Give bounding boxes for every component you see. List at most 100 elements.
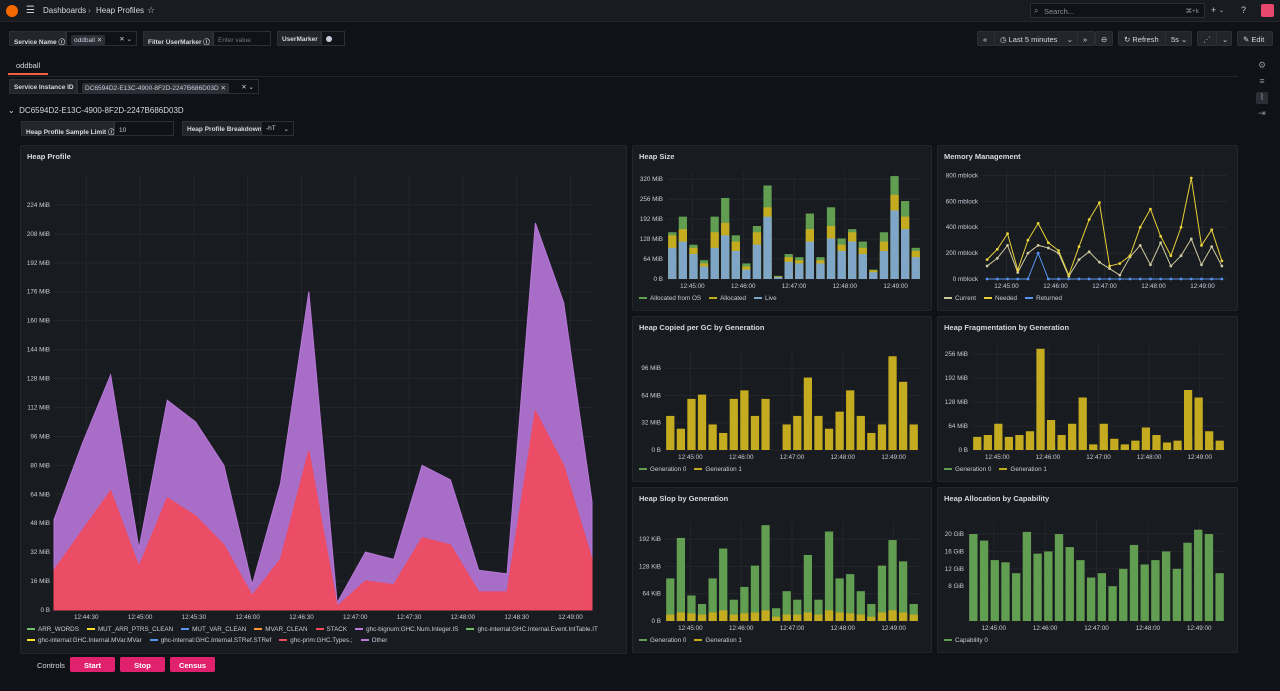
menu-icon[interactable]: ☰ <box>26 6 36 16</box>
x-tick-label: 12:47:00 <box>1086 454 1111 461</box>
time-back-button[interactable]: « <box>977 31 995 46</box>
tab-oddball[interactable]: oddball <box>8 59 49 75</box>
data-point <box>1036 221 1040 225</box>
refresh-icon: ↻ <box>1124 35 1131 44</box>
heap-fragmentation-panel[interactable]: Heap Fragmentation by Generation 0 B 64 Mi… <box>937 316 1238 482</box>
y-tick-label: 64 MiB <box>30 491 50 498</box>
legend-item[interactable]: MUT_VAR_CLEAN <box>181 624 246 635</box>
service-instance-select[interactable]: DC6594D2-E13C-4900-8F2D-2247B686D03D ✕ ✕… <box>77 79 259 94</box>
heap-slop-panel[interactable]: Heap Slop by Generation 0 B 64 KiB 128 KiB 1… <box>632 487 932 653</box>
data-point <box>995 277 999 281</box>
memory-management-panel[interactable]: Memory Management 0 mblock 200 mblock 400 m… <box>937 145 1238 311</box>
bar <box>666 614 675 621</box>
legend-item[interactable]: Allocated <box>709 293 746 304</box>
legend-item[interactable]: STACK <box>315 624 347 635</box>
service-name-select[interactable]: oddball ✕ ✕ ⌄ <box>66 31 137 46</box>
pencil-icon: ✎ <box>1243 35 1250 44</box>
legend-item[interactable]: MVAR_CLEAN <box>254 624 308 635</box>
x-tick-label: 12:45:00 <box>678 625 703 632</box>
legend-item[interactable]: Generation 1 <box>694 635 742 646</box>
chart-legend: ARR_WORDS MUT_ARR_PTRS_CLEAN MUT_VAR_CLEAN… <box>27 624 620 646</box>
x-tick-label: 12:46:00 <box>729 625 754 632</box>
time-range-picker[interactable]: ◷ Last 5 minutes ⌄ <box>994 31 1078 46</box>
chart-svg: 0 mblock 200 mblock 400 mblock 600 mblock 80… <box>946 169 1227 290</box>
stop-button[interactable]: Stop <box>120 657 165 672</box>
y-tick-label: 96 MiB <box>30 433 50 440</box>
clear-chevron-icon[interactable]: ✕ ⌄ <box>119 35 132 43</box>
legend-item[interactable]: Generation 0 <box>639 635 686 646</box>
outline-icon[interactable]: ≡ <box>1256 76 1268 88</box>
bar <box>1089 444 1098 450</box>
y-tick-label: 192 MiB <box>945 375 968 382</box>
collapse-icon[interactable]: ⇥ <box>1256 108 1268 120</box>
share-icon[interactable]: ⋰ <box>1197 31 1217 46</box>
breakdown-select[interactable]: -hT ⌄ <box>261 121 294 136</box>
filter-usermarker-input[interactable] <box>213 31 271 46</box>
sample-limit-input[interactable] <box>114 121 174 136</box>
chart-icon[interactable]: ⌇ <box>1256 92 1268 104</box>
usermarker-toggle[interactable] <box>321 31 345 46</box>
legend-swatch <box>466 628 475 631</box>
data-point <box>1189 277 1193 281</box>
time-forward-button[interactable]: » <box>1077 31 1095 46</box>
legend-item[interactable]: Other <box>360 635 387 646</box>
heap-copied-panel[interactable]: Heap Copied per GC by Generation 0 B 32 Mi… <box>632 316 932 482</box>
share-chevron-icon[interactable]: ⌄ <box>1216 31 1232 46</box>
legend-item[interactable]: Live <box>754 293 777 304</box>
legend-item[interactable]: ghc-internal:GHC.Internal.Event.IntTable… <box>466 624 598 635</box>
clear-chevron-icon[interactable]: ✕ ⌄ <box>241 83 254 91</box>
x-tick-label: 12:48:00 <box>451 614 476 621</box>
bar <box>826 238 836 279</box>
add-button[interactable]: + <box>1211 5 1216 15</box>
legend-item[interactable]: ARR_WORDS <box>27 624 79 635</box>
chevron-down-icon[interactable]: ⌄ <box>1219 7 1224 14</box>
zoom-out-icon[interactable]: ⊖ <box>1095 31 1113 46</box>
y-tick-label: 208 MiB <box>27 231 50 238</box>
legend-item[interactable]: Generation 1 <box>694 464 742 475</box>
heap-profile-panel[interactable]: Heap Profile 0 B 16 MiB 32 MiB 48 MiB 64 MiB 8… <box>20 145 627 654</box>
legend-item[interactable]: ghc-internal:GHC.Internal.STRef.STRef <box>149 635 271 646</box>
legend-item[interactable]: Capability 0 <box>944 635 988 646</box>
heap-size-panel[interactable]: Heap Size 0 B 64 MiB 128 MiB 192 MiB 256 MiB 3… <box>632 145 932 311</box>
data-point <box>1149 263 1152 267</box>
legend-item[interactable]: MUT_ARR_PTRS_CLEAN <box>86 624 173 635</box>
legend-item[interactable]: Generation 0 <box>639 464 686 475</box>
y-tick-label: 0 B <box>652 618 661 625</box>
star-icon[interactable]: ☆ <box>147 5 155 16</box>
x-tick-label: 12:45:00 <box>985 454 1010 461</box>
legend-item[interactable]: Generation 0 <box>944 464 991 475</box>
legend-item[interactable]: ghc-bignum:GHC.Num.Integer.IS <box>355 624 458 635</box>
legend-item[interactable]: ghc-prim:GHC.Types.; <box>279 635 353 646</box>
search-input[interactable]: ⌕ Search... ⌘+k <box>1030 3 1205 18</box>
bar <box>835 612 844 621</box>
legend-item[interactable]: Current <box>944 293 976 304</box>
bar <box>676 537 686 621</box>
grafana-logo-icon[interactable] <box>6 5 18 17</box>
breadcrumb-dashboards[interactable]: Dashboards <box>43 6 86 15</box>
y-tick-label: 400 mblock <box>946 224 979 231</box>
legend-item[interactable]: Returned <box>1025 293 1062 304</box>
bar <box>1215 573 1224 621</box>
census-button[interactable]: Census <box>170 657 215 672</box>
refresh-interval-select[interactable]: 5s ⌄ <box>1165 31 1192 46</box>
legend-item[interactable]: Generation 1 <box>999 464 1047 475</box>
bar <box>846 613 855 621</box>
legend-item[interactable]: Needed <box>984 293 1017 304</box>
bar <box>1161 551 1171 621</box>
edit-button[interactable]: ✎ Edit <box>1237 31 1273 46</box>
settings-icon[interactable]: ⚙ <box>1256 60 1268 72</box>
x-tick-label: 12:46:00 <box>1043 283 1068 290</box>
legend-item[interactable]: Allocated from OS <box>639 293 701 304</box>
row-title[interactable]: ⌄ DC6594D2-E13C-4900-8F2D-2247B686D03D <box>8 106 184 115</box>
start-button[interactable]: Start <box>70 657 115 672</box>
x-tick-label: 12:47:00 <box>782 283 807 290</box>
bar <box>1097 573 1107 621</box>
y-tick-label: 48 MiB <box>30 520 50 527</box>
data-point <box>985 258 989 261</box>
refresh-button[interactable]: ↻ Refresh <box>1118 31 1166 46</box>
avatar[interactable] <box>1261 4 1274 17</box>
help-icon[interactable]: ? <box>1241 5 1246 15</box>
data-point <box>1046 246 1050 250</box>
heap-allocation-panel[interactable]: Heap Allocation by Capability 8 GiB 12 GiB… <box>937 487 1238 653</box>
legend-item[interactable]: ghc-internal:GHC.Internal.MVar.MVar <box>27 635 142 646</box>
